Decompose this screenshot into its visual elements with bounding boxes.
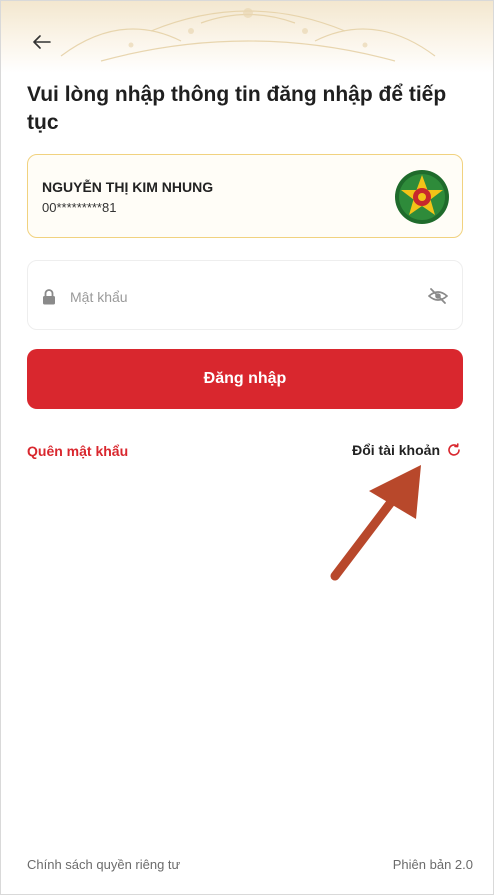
lock-icon <box>43 289 55 305</box>
arrow-left-icon <box>33 35 51 49</box>
privacy-policy-link[interactable]: Chính sách quyền riêng tư <box>27 857 180 872</box>
customs-emblem-icon <box>395 170 449 224</box>
back-button[interactable] <box>27 29 57 55</box>
login-button[interactable]: Đăng nhập <box>27 349 463 409</box>
password-input[interactable] <box>68 281 412 313</box>
header-decoration <box>1 1 493 73</box>
switch-account-button[interactable]: Đổi tài khoản <box>352 442 461 458</box>
page-title: Vui lòng nhập thông tin đăng nhập để tiế… <box>27 83 447 134</box>
account-name: NGUYỄN THỊ KIM NHUNG <box>42 179 214 195</box>
password-field[interactable] <box>27 260 463 330</box>
forgot-password-link[interactable]: Quên mật khẩu <box>27 443 128 459</box>
refresh-icon <box>448 443 460 456</box>
annotation-arrow-icon <box>330 465 421 581</box>
app-version: Phiên bản 2.0 <box>392 857 473 872</box>
account-number: 00*********81 <box>42 200 117 215</box>
eye-off-icon[interactable] <box>428 287 448 305</box>
switch-account-label: Đổi tài khoản <box>352 442 440 458</box>
login-screen: Vui lòng nhập thông tin đăng nhập để tiế… <box>0 0 494 895</box>
account-card: NGUYỄN THỊ KIM NHUNG 00*********81 <box>27 154 463 238</box>
